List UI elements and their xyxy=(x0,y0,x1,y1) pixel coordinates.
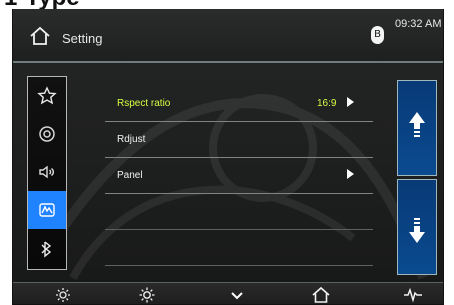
settings-list: Rspect ratio 16:9 Rdjust Panel xyxy=(105,86,373,270)
screen-header: Setting B 09:32 AM xyxy=(13,8,443,63)
device-screen: Setting B 09:32 AM Rspect ratio 16:9 Rdj… xyxy=(12,7,444,305)
category-audio-button[interactable] xyxy=(28,153,66,191)
settings-panel: Rspect ratio 16:9 Rdjust Panel xyxy=(21,70,437,280)
bluetooth-icon: B xyxy=(371,26,384,44)
page-caption: 1-Type xyxy=(0,0,454,9)
home-bottom-button[interactable] xyxy=(311,286,331,304)
page-title: Setting xyxy=(62,31,103,46)
brightness-button[interactable] xyxy=(137,286,157,304)
disc-icon xyxy=(39,126,55,142)
bluetooth-icon xyxy=(41,241,52,258)
scroll-up-button[interactable] xyxy=(397,80,437,176)
speaker-icon xyxy=(39,165,55,179)
down-arrow-icon xyxy=(409,218,425,243)
home-icon xyxy=(312,286,330,303)
up-arrow-icon xyxy=(409,112,425,137)
category-favorites-button[interactable] xyxy=(28,77,66,115)
star-icon xyxy=(37,86,57,105)
bottom-navigation-bar xyxy=(13,282,443,304)
category-display-button[interactable] xyxy=(28,191,66,229)
chevron-down-icon xyxy=(231,292,243,300)
clock-display: 09:32 AM xyxy=(395,18,442,30)
waveform-icon xyxy=(404,287,422,303)
settings-icon xyxy=(56,288,70,302)
home-button[interactable] xyxy=(29,26,51,46)
setting-label-aspect-ratio: Rspect ratio xyxy=(117,98,171,109)
setting-label-panel: Panel xyxy=(117,170,143,181)
setting-row-panel[interactable]: Panel xyxy=(105,158,373,194)
audio-button[interactable] xyxy=(403,286,423,304)
settings-category-menu xyxy=(27,76,67,270)
display-icon xyxy=(39,203,55,217)
collapse-button[interactable] xyxy=(227,286,247,304)
empty-settings-row xyxy=(105,230,373,266)
chevron-right-icon xyxy=(347,97,354,107)
category-bluetooth-button[interactable] xyxy=(28,229,66,267)
settings-button[interactable] xyxy=(53,286,73,304)
setting-row-aspect-ratio[interactable]: Rspect ratio 16:9 xyxy=(105,86,373,122)
brightness-icon xyxy=(139,287,155,303)
chevron-right-icon xyxy=(347,169,354,179)
category-media-button[interactable] xyxy=(28,115,66,153)
setting-value-aspect-ratio: 16:9 xyxy=(317,98,337,109)
setting-row-adjust[interactable]: Rdjust xyxy=(105,122,373,158)
scroll-down-button[interactable] xyxy=(397,179,437,275)
empty-settings-row xyxy=(105,194,373,230)
setting-label-adjust: Rdjust xyxy=(117,134,146,145)
home-icon xyxy=(30,26,50,45)
